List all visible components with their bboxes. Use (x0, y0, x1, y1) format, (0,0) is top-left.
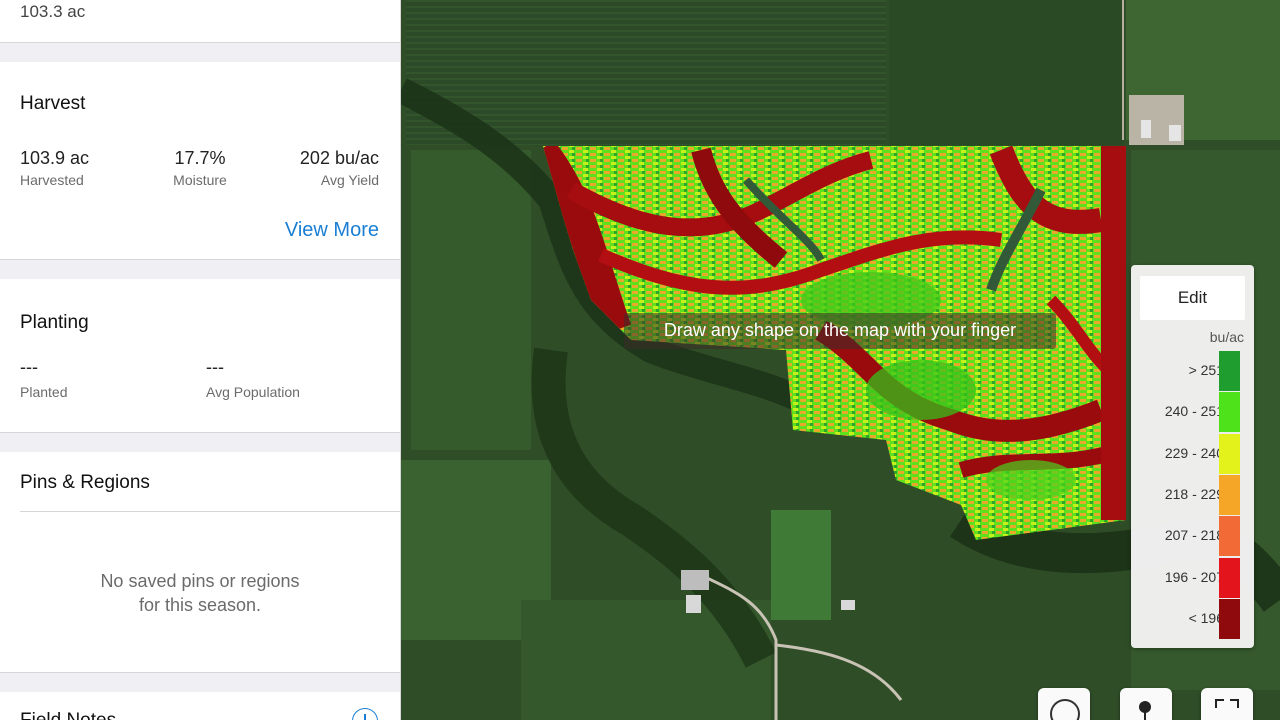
harvest-title: Harvest (20, 93, 86, 114)
legend-color-swatch (1219, 392, 1240, 433)
legend-range-row: 207 - 218 (1131, 516, 1254, 557)
legend-range-row: 218 - 229 (1131, 474, 1254, 515)
legend-range-row: 196 - 207 (1131, 557, 1254, 598)
field-notes-title: Field Notes (20, 710, 116, 720)
avg-population-value: --- (206, 357, 224, 377)
fullscreen-button[interactable] (1201, 688, 1253, 720)
field-acreage: 103.3 ac (20, 2, 86, 21)
legend-range-label: 207 - 218 (1164, 527, 1224, 544)
legend-range-row: 229 - 240 (1131, 433, 1254, 474)
edit-legend-button[interactable]: Edit (1140, 276, 1245, 320)
divider (20, 511, 400, 512)
harvest-card: Harvest 103.9 ac Harvested 17.7% Moistur… (0, 62, 400, 259)
avg-population-label: Avg Population (206, 384, 300, 400)
legend-range-label: 240 - 251 (1164, 403, 1224, 420)
legend-color-swatch (1219, 598, 1240, 639)
legend-range-row: < 196 (1131, 598, 1254, 639)
legend-range-row: 240 - 251 (1131, 392, 1254, 433)
legend-range-label: 218 - 229 (1164, 485, 1224, 502)
legend-color-swatch (1219, 516, 1240, 557)
planting-card: Planting --- Planted --- Avg Population (0, 279, 400, 432)
pins-regions-title: Pins & Regions (20, 472, 150, 493)
legend-color-swatch (1219, 351, 1240, 391)
legend-range-label: 229 - 240 (1164, 444, 1224, 461)
legend-color-swatch (1219, 557, 1240, 598)
legend-range-label: 196 - 207 (1164, 568, 1224, 585)
satellite-map[interactable]: Draw any shape on the map with your fing… (401, 0, 1280, 720)
field-details-panel: 103.3 ac Harvest 103.9 ac Harvested 17.7… (0, 0, 401, 720)
field-notes-card: Field Notes (0, 692, 400, 720)
yield-legend: Edit bu/ac > 251 240 - 251 229 - 240 218 - … (1131, 265, 1254, 648)
legend-color-swatch (1219, 433, 1240, 474)
avg-yield-value: 202 bu/ac (299, 148, 379, 168)
acreage-card: 103.3 ac (0, 0, 400, 42)
legend-range-row: > 251 (1131, 351, 1254, 391)
pins-regions-card: Pins & Regions No saved pins or regions … (0, 452, 400, 672)
pin-drop-button[interactable] (1120, 688, 1172, 720)
add-note-icon[interactable] (352, 708, 378, 720)
legend-unit: bu/ac (1209, 329, 1244, 345)
view-more-link[interactable]: View More (285, 219, 379, 242)
circle-draw-icon (1050, 699, 1080, 720)
draw-shape-hint: Draw any shape on the map with your fing… (624, 313, 1056, 349)
legend-color-swatch (1219, 474, 1240, 515)
planted-value: --- (20, 357, 38, 377)
empty-pins-line2: for this season. (138, 595, 262, 615)
avg-yield-label: Avg Yield (320, 172, 379, 188)
circle-draw-button[interactable] (1038, 688, 1090, 720)
empty-pins-line1: No saved pins or regions (100, 571, 300, 591)
planting-title: Planting (20, 312, 89, 333)
planted-label: Planted (20, 384, 68, 400)
fullscreen-icon (1215, 699, 1239, 708)
